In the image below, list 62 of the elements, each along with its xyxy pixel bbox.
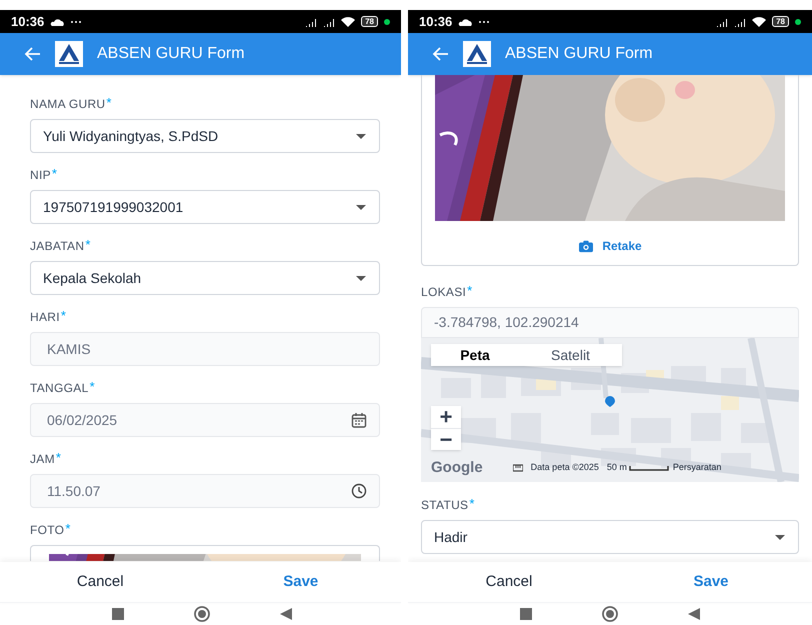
required-mark: * (467, 285, 472, 297)
back-arrow-icon[interactable] (24, 46, 41, 62)
wifi-icon (341, 16, 356, 26)
field-label: FOTO (30, 523, 64, 537)
signal-icon (305, 16, 318, 26)
caret-icon (355, 132, 367, 140)
required-mark: * (56, 452, 61, 464)
signal-icon (323, 16, 336, 26)
back-arrow-icon[interactable] (432, 46, 449, 62)
cloud-icon (458, 16, 472, 26)
map-pin-icon (605, 396, 615, 407)
required-mark: * (60, 310, 66, 322)
required-mark: * (469, 498, 474, 510)
retake-button[interactable]: Retake (570, 237, 650, 255)
cancel-button[interactable]: Cancel (0, 562, 200, 602)
required-mark: * (52, 168, 57, 180)
app-title: ABSEN GURU Form (97, 44, 245, 64)
field-label: JAM (30, 452, 55, 466)
field-label: NAMA GURU (30, 97, 106, 111)
keyboard-icon[interactable] (512, 464, 523, 472)
field-label: STATUS (421, 498, 468, 512)
dropdown-field[interactable]: Yuli Widyaningtyas, S.PdSD (30, 119, 380, 153)
field-label: LOKASI (421, 285, 466, 299)
map-scale-label: 50 m (606, 461, 627, 474)
status-time: 10:36 (419, 12, 452, 31)
back-icon[interactable] (280, 608, 292, 620)
dropdown-field[interactable]: 197507191999032001 (30, 190, 380, 224)
app-title: ABSEN GURU Form (505, 44, 653, 64)
caret-icon (355, 274, 367, 282)
more-icon (478, 18, 490, 24)
wifi-icon (752, 16, 766, 26)
status-time: 10:36 (11, 12, 44, 31)
cloud-icon (50, 16, 64, 26)
battery-indicator: 78 (361, 16, 378, 27)
field-label: TANGGAL (30, 381, 89, 395)
back-icon[interactable] (688, 608, 700, 620)
field-label: JABATAN (30, 239, 84, 253)
save-button[interactable]: Save (610, 562, 812, 602)
save-button[interactable]: Save (200, 562, 401, 602)
signal-icon (716, 16, 728, 26)
required-mark: * (65, 523, 70, 535)
dropdown-field[interactable]: Kepala Sekolah (30, 261, 380, 295)
camera-icon (578, 239, 594, 253)
map-logo: Google (431, 458, 483, 478)
more-icon (70, 18, 82, 24)
battery-indicator: 78 (772, 16, 789, 27)
home-icon[interactable] (194, 606, 210, 622)
scale-bar-icon (628, 464, 669, 471)
home-icon[interactable] (602, 606, 618, 622)
cancel-button[interactable]: Cancel (408, 562, 610, 602)
signal-icon (734, 16, 746, 26)
caret-icon (774, 534, 786, 540)
field-label: NIP (30, 168, 51, 182)
dropdown-field[interactable]: Hadir (421, 520, 799, 554)
field-label: HARI (30, 310, 60, 324)
app-logo (55, 41, 83, 67)
map-attribution: Data peta ©2025 (530, 461, 599, 474)
app-logo (463, 41, 491, 67)
required-mark: * (85, 239, 90, 251)
required-mark: * (90, 381, 95, 393)
caret-icon (355, 204, 367, 210)
required-mark: * (106, 97, 112, 109)
